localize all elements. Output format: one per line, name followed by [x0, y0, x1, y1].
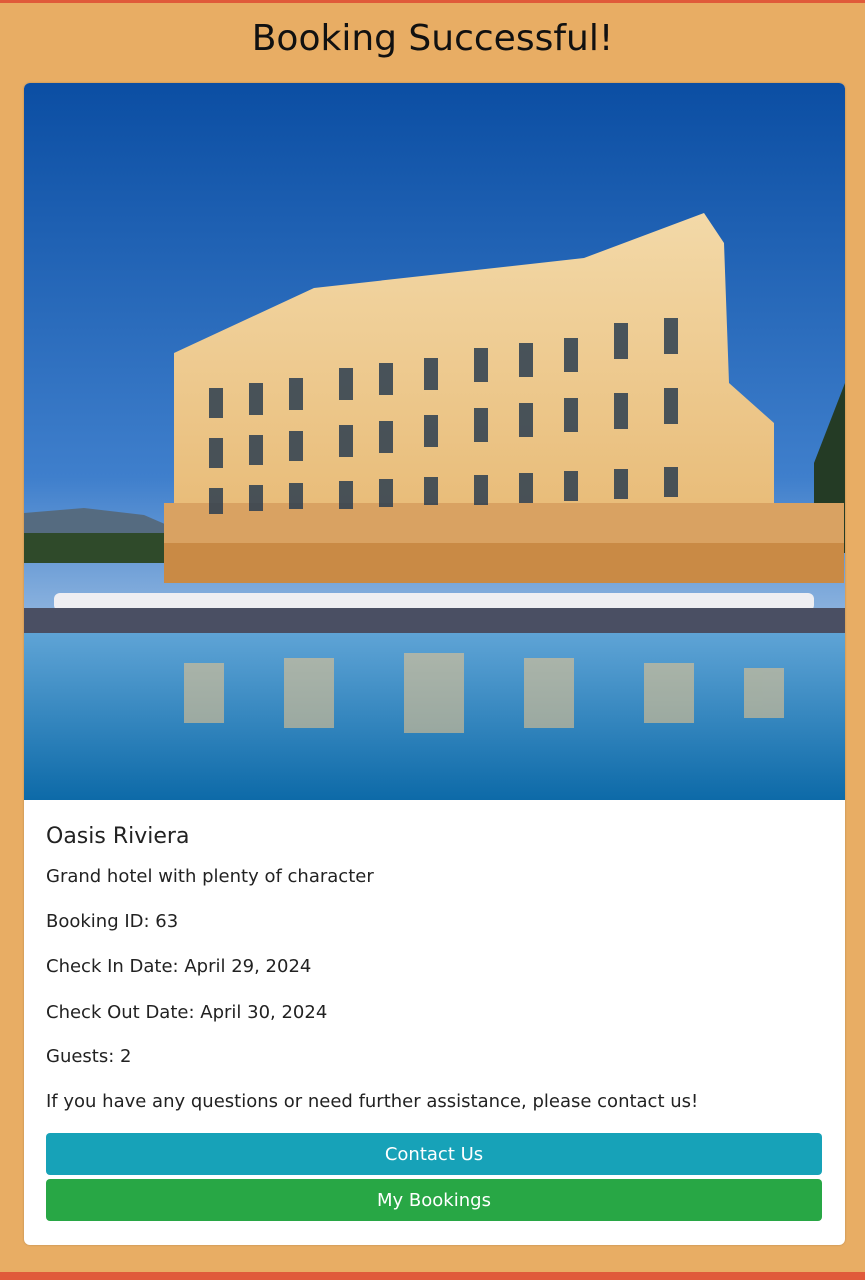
check-out-date: Check Out Date: April 30, 2024	[46, 1002, 328, 1023]
my-bookings-button[interactable]: My Bookings	[46, 1179, 822, 1221]
check-in-date: Check In Date: April 29, 2024	[46, 956, 312, 977]
hotel-description: Grand hotel with plenty of character	[46, 866, 374, 887]
contact-us-button[interactable]: Contact Us	[46, 1133, 822, 1175]
hotel-image	[24, 83, 845, 800]
booking-card: Oasis Riviera Grand hotel with plenty of…	[24, 83, 845, 1245]
booking-id: Booking ID: 63	[46, 911, 179, 932]
bottom-accent-bar	[0, 1272, 865, 1280]
hotel-name: Oasis Riviera	[46, 824, 190, 849]
guests-count: Guests: 2	[46, 1046, 132, 1067]
contact-message: If you have any questions or need furthe…	[46, 1091, 699, 1112]
top-accent-bar	[0, 0, 865, 3]
page-title: Booking Successful!	[251, 18, 614, 59]
